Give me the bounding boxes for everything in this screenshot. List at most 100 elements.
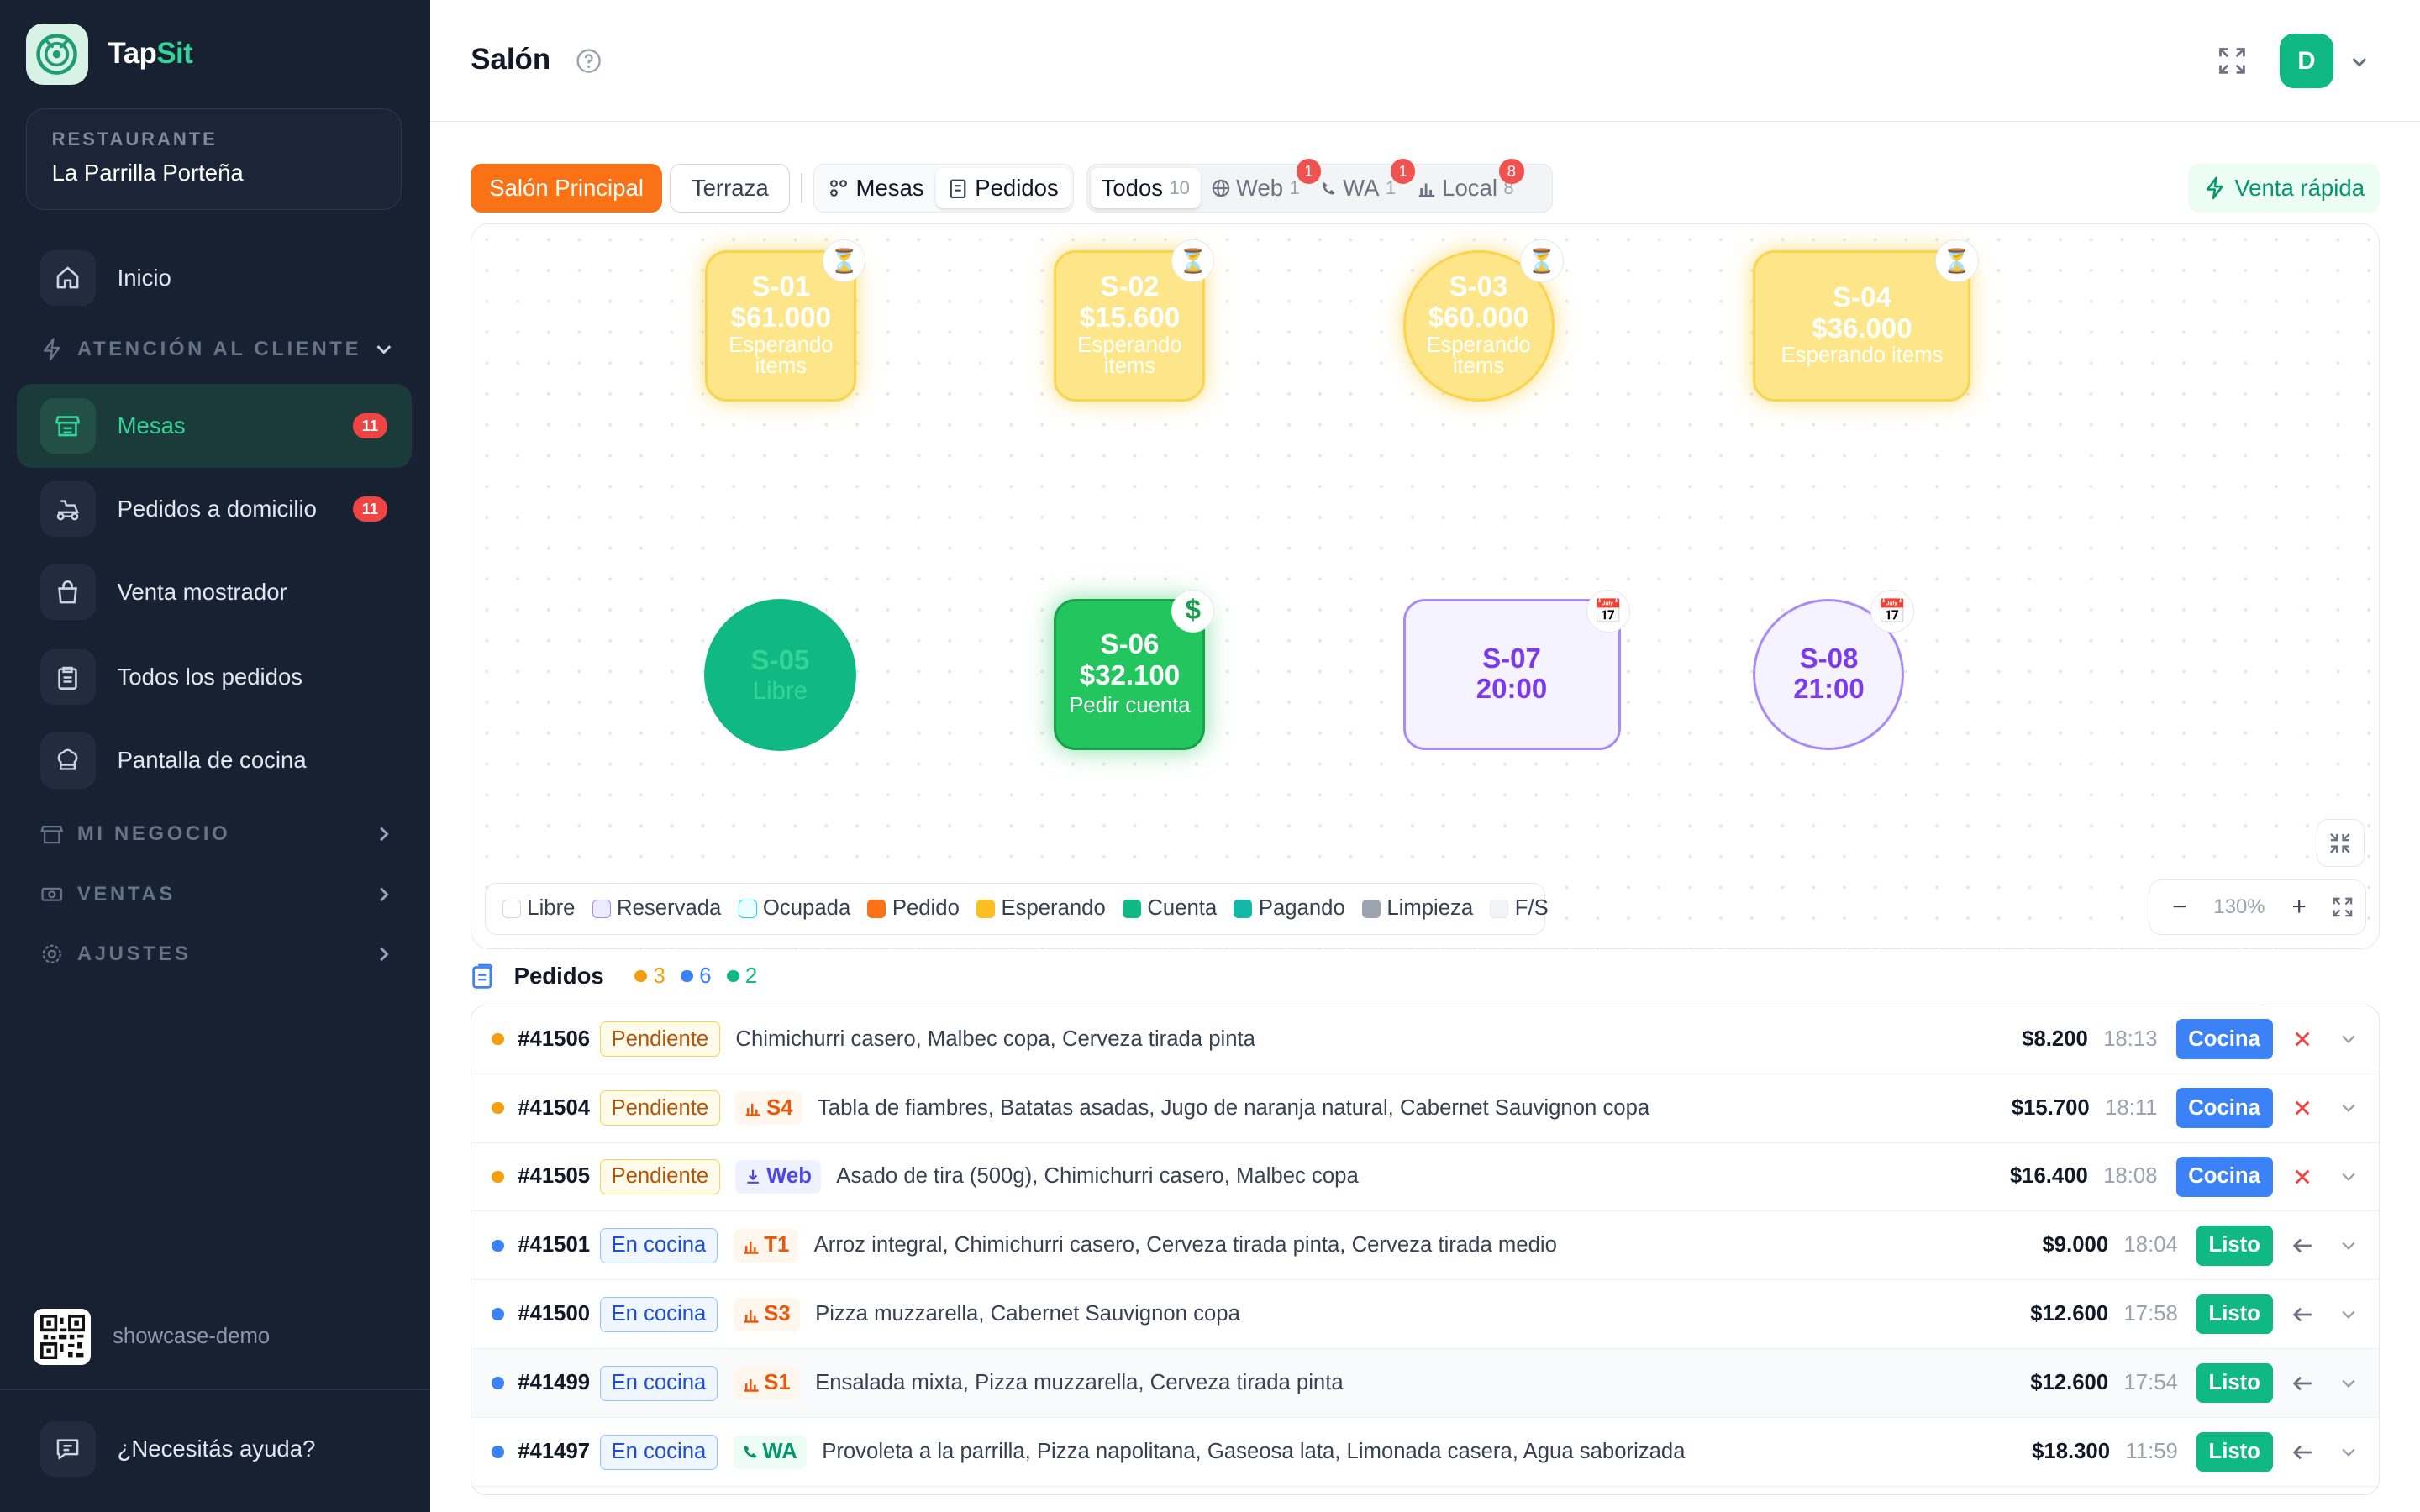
order-source: S3 [733, 1297, 800, 1331]
sidebar-divider [0, 1389, 431, 1390]
mark-ready-button[interactable]: Listo [2196, 1363, 2273, 1404]
filter-web[interactable]: Web 1 1 [1201, 159, 1322, 208]
order-time: 18:04 [2123, 1233, 2178, 1257]
legend-item: Libre [502, 896, 575, 921]
chevron-down-icon[interactable] [2325, 1236, 2371, 1256]
chevron-down-icon[interactable] [2325, 1167, 2371, 1187]
chevron-down-icon[interactable] [2325, 1029, 2371, 1049]
legend-item: Reservada [592, 896, 721, 921]
section-ventas[interactable]: VENTAS [40, 883, 395, 906]
chevron-down-icon[interactable] [2325, 1098, 2371, 1118]
order-row[interactable]: #41506 Pendiente Chimichurri casero, Malbe… [471, 1005, 2380, 1074]
legend-label: Limpieza [1386, 896, 1474, 921]
back-arrow-button[interactable] [2279, 1305, 2325, 1324]
table-id: S-07 [1482, 643, 1541, 675]
chevron-down-icon [373, 339, 395, 360]
clipboard-icon [949, 178, 967, 198]
send-to-kitchen-button[interactable]: Cocina [2175, 1157, 2273, 1197]
order-amount: $12.600 [2030, 1371, 2109, 1395]
order-status-badge: Pendiente [599, 1090, 721, 1126]
order-items: Chimichurri casero, Malbec copa, Cerveza… [735, 1026, 1255, 1051]
workspace-info[interactable]: showcase-demo [34, 1308, 270, 1366]
restaurant-selector[interactable]: RESTAURANTE La Parrilla Porteña [26, 108, 402, 210]
fit-screen-icon[interactable] [2320, 897, 2365, 917]
send-to-kitchen-button[interactable]: Cocina [2175, 1088, 2273, 1128]
tab-salon-principal[interactable]: Salón Principal [471, 163, 662, 213]
order-source-label: WA [762, 1440, 797, 1464]
order-row[interactable]: #41505 Pendiente Web Asado de tira (500g), … [471, 1143, 2380, 1212]
order-row[interactable]: #41501 En cocina T1 Arroz integral, Chimich… [471, 1211, 2380, 1281]
order-row[interactable]: #41504 Pendiente S4 Tabla de fiambres, Bata… [471, 1074, 2380, 1143]
bar-chart-icon [743, 1375, 760, 1392]
help-button[interactable]: ¿Necesitás ayuda? [39, 1420, 315, 1477]
order-time: 17:58 [2123, 1302, 2178, 1326]
nav-label: Inicio [117, 264, 171, 291]
view-mesas-button[interactable]: Mesas [818, 168, 937, 208]
order-source-label: S1 [764, 1371, 791, 1395]
filter-wa[interactable]: WA 1 1 [1311, 159, 1416, 208]
nav-item-todos-pedidos[interactable]: Todos los pedidos [17, 636, 412, 719]
user-avatar[interactable]: D [2279, 34, 2334, 88]
nav-item-inicio[interactable]: Inicio [17, 236, 412, 319]
status-dot [681, 969, 693, 983]
table-status: Esperando items [1077, 333, 1182, 379]
table-id: S-08 [1799, 643, 1859, 675]
filter-label: Todos [1101, 175, 1164, 202]
toolbar-divider [801, 172, 803, 204]
help-circle-icon[interactable] [576, 48, 602, 74]
venta-rapida-button[interactable]: Venta rápida [2188, 163, 2381, 213]
fullscreen-icon[interactable] [2217, 46, 2247, 76]
chevron-down-icon[interactable] [2325, 1305, 2371, 1325]
order-items: Arroz integral, Chimichurri casero, Cerv… [813, 1233, 1557, 1257]
order-row[interactable]: #41500 En cocina S3 Pizza muzzarella, Caber… [471, 1280, 2380, 1350]
order-row[interactable]: #41497 En cocina WA Provoleta a la parrilla… [471, 1418, 2380, 1488]
status-dot [492, 1446, 504, 1458]
nav-item-mesas[interactable]: Mesas 11 [17, 384, 413, 468]
venta-rapida-label: Venta rápida [2234, 175, 2365, 202]
mark-ready-button[interactable]: Listo [2196, 1431, 2273, 1473]
section-atencion-cliente[interactable]: ATENCIÓN AL CLIENTE [40, 338, 395, 361]
zoom-in-button[interactable]: + [2278, 893, 2320, 921]
nav-item-pedidos-domicilio[interactable]: Pedidos a domicilio 11 [17, 468, 412, 551]
mark-ready-button[interactable]: Listo [2196, 1226, 2273, 1266]
legend-item: Limpieza [1361, 896, 1474, 921]
legend-swatch [1490, 899, 1509, 918]
back-arrow-button[interactable] [2279, 1443, 2325, 1462]
status-legend: Libre Reservada Ocupada Pedido Esperando… [484, 882, 1549, 936]
gear-icon [40, 942, 64, 966]
nav-label: Mesas [117, 412, 186, 438]
filter-local[interactable]: Local 8 8 [1407, 159, 1525, 208]
zoom-out-button[interactable]: − [2159, 893, 2201, 921]
nav-item-pantalla-cocina[interactable]: Pantalla de cocina [17, 719, 412, 802]
section-mi-negocio[interactable]: MI NEGOCIO [39, 822, 395, 846]
nav-item-venta-mostrador[interactable]: Venta mostrador [17, 551, 412, 634]
mark-ready-button[interactable]: Listo [2196, 1294, 2273, 1335]
chevron-down-icon[interactable] [2349, 51, 2370, 73]
section-ajustes[interactable]: AJUSTES [40, 942, 395, 966]
brand[interactable]: TapSit [26, 23, 193, 85]
restaurant-name: La Parrilla Porteña [51, 160, 244, 186]
order-number: #41500 [518, 1302, 591, 1326]
send-to-kitchen-button[interactable]: Cocina [2175, 1019, 2273, 1059]
section-label: ATENCIÓN AL CLIENTE [76, 338, 362, 361]
cancel-order-button[interactable] [2279, 1099, 2325, 1117]
view-pedidos-button[interactable]: Pedidos [936, 168, 1071, 208]
chevron-down-icon[interactable] [2325, 1442, 2371, 1462]
table-amount: $36.000 [1812, 312, 1912, 344]
table-s05[interactable]: S-05 Libre [703, 598, 857, 752]
table-reservation-time: 21:00 [1793, 674, 1865, 706]
order-row[interactable]: #41499 En cocina S1 Ensalada mixta, Pizza m… [471, 1349, 2380, 1419]
cancel-order-button[interactable] [2279, 1168, 2325, 1186]
collapse-floor-button[interactable] [2316, 819, 2365, 868]
back-arrow-button[interactable] [2279, 1374, 2325, 1393]
cash-icon [40, 883, 64, 906]
table-s07[interactable]: S-07 20:00 [1402, 598, 1621, 750]
order-status-badge: Pendiente [599, 1021, 721, 1058]
tab-terraza[interactable]: Terraza [670, 163, 791, 213]
cancel-order-button[interactable] [2279, 1030, 2325, 1048]
filter-todos[interactable]: Todos 10 [1090, 168, 1201, 208]
chevron-down-icon[interactable] [2325, 1373, 2371, 1394]
back-arrow-button[interactable] [2279, 1236, 2325, 1255]
order-items: Provoleta a la parrilla, Pizza napolitan… [822, 1440, 1686, 1464]
order-amount: $16.400 [2009, 1164, 2088, 1189]
